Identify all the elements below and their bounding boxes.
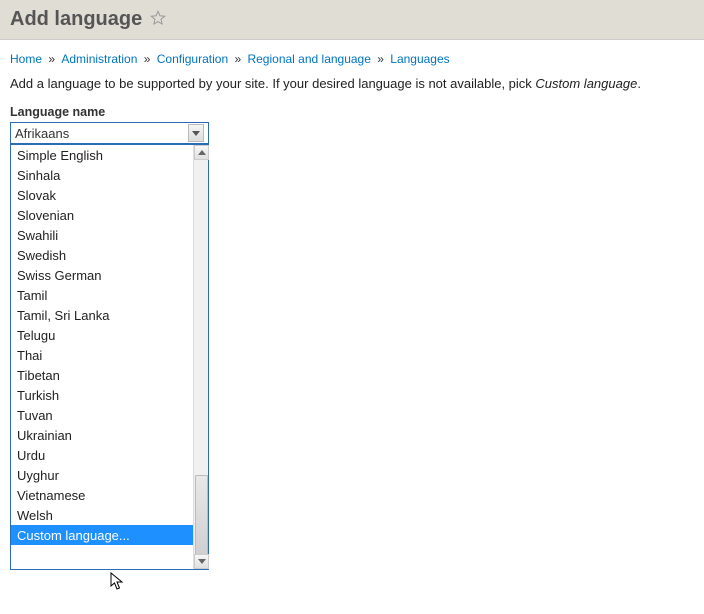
dropdown-option[interactable]: Custom language... (11, 525, 193, 545)
dropdown-option[interactable]: Slovak (11, 185, 193, 205)
desc-text-a: Add a language to be supported by your s… (10, 76, 535, 91)
scrollbar[interactable] (193, 145, 208, 569)
breadcrumb-separator: » (140, 52, 153, 66)
dropdown-option[interactable]: Tamil (11, 285, 193, 305)
dropdown-option[interactable]: Tibetan (11, 365, 193, 385)
dropdown-option[interactable]: Ukrainian (11, 425, 193, 445)
breadcrumb-link[interactable]: Regional and language (247, 52, 370, 66)
dropdown-option[interactable]: Tuvan (11, 405, 193, 425)
breadcrumb-separator: » (374, 52, 387, 66)
language-select-wrap: Afrikaans Simple EnglishSinhalaSlovakSlo… (10, 122, 209, 144)
scroll-up-icon[interactable] (194, 145, 209, 160)
description: Add a language to be supported by your s… (10, 76, 694, 91)
dropdown-option[interactable]: Urdu (11, 445, 193, 465)
star-icon[interactable] (150, 10, 166, 29)
dropdown-option[interactable]: Tamil, Sri Lanka (11, 305, 193, 325)
breadcrumb-separator: » (231, 52, 244, 66)
content: Home » Administration » Configuration » … (0, 40, 704, 156)
dropdown-option[interactable]: Uyghur (11, 465, 193, 485)
breadcrumb-link[interactable]: Languages (390, 52, 449, 66)
dropdown-option[interactable]: Swahili (11, 225, 193, 245)
language-dropdown: Simple EnglishSinhalaSlovakSlovenianSwah… (10, 144, 209, 570)
language-select[interactable]: Afrikaans (10, 122, 209, 144)
language-name-label: Language name (10, 105, 694, 119)
chevron-down-icon (188, 124, 204, 142)
scroll-thumb[interactable] (195, 475, 208, 555)
cursor-icon (110, 572, 126, 592)
dropdown-options: Simple EnglishSinhalaSlovakSlovenianSwah… (11, 145, 193, 569)
dropdown-option[interactable]: Swedish (11, 245, 193, 265)
dropdown-option[interactable]: Welsh (11, 505, 193, 525)
dropdown-option[interactable]: Vietnamese (11, 485, 193, 505)
dropdown-option[interactable]: Simple English (11, 145, 193, 165)
dropdown-option[interactable]: Thai (11, 345, 193, 365)
breadcrumb-separator: » (45, 52, 58, 66)
dropdown-option[interactable]: Sinhala (11, 165, 193, 185)
breadcrumb-link[interactable]: Administration (61, 52, 137, 66)
dropdown-option[interactable]: Turkish (11, 385, 193, 405)
page-header: Add language (0, 0, 704, 40)
scroll-down-icon[interactable] (194, 554, 209, 569)
desc-italic: Custom language (535, 76, 637, 91)
breadcrumb: Home » Administration » Configuration » … (10, 52, 694, 66)
desc-text-b: . (637, 76, 641, 91)
dropdown-option[interactable]: Slovenian (11, 205, 193, 225)
dropdown-option[interactable]: Telugu (11, 325, 193, 345)
breadcrumb-link[interactable]: Home (10, 52, 42, 66)
dropdown-option[interactable]: Swiss German (11, 265, 193, 285)
language-select-value: Afrikaans (15, 126, 188, 141)
breadcrumb-link[interactable]: Configuration (157, 52, 228, 66)
page-title: Add language (10, 8, 142, 31)
